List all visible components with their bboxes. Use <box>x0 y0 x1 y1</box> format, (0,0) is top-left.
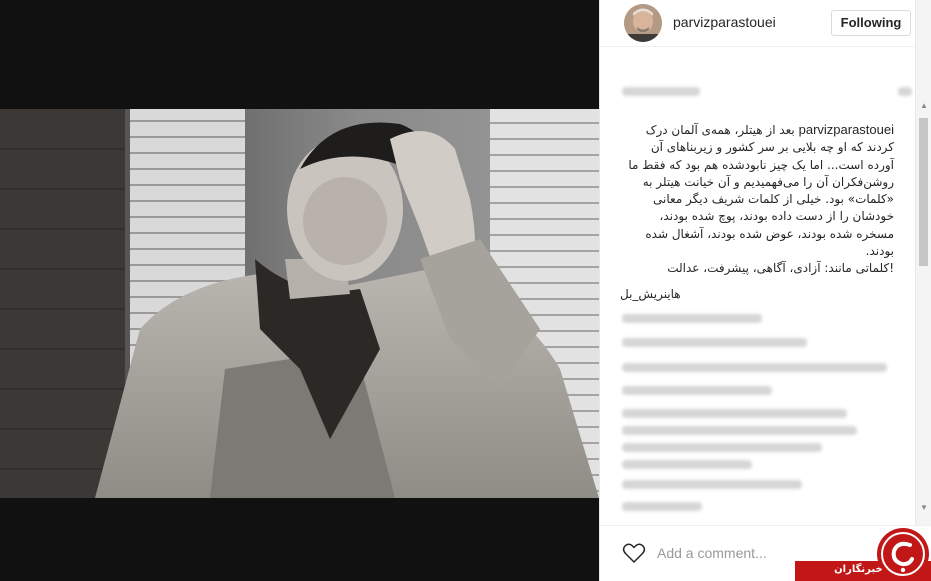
post-media-area <box>0 0 599 581</box>
post-photo[interactable] <box>0 109 599 498</box>
caption-line: مسخره شده بودند، عوض شده بودند، آشغال شد… <box>645 226 894 259</box>
blurred-comments-list <box>620 308 912 516</box>
caption-line: کردند که او چه بلایی بر سر کشور و زیربنا… <box>650 140 894 155</box>
post-details-panel: parvizparastouei Following parvizparasto… <box>599 0 931 581</box>
caption-line: خودشان را از دست داده بودند، پوچ شده بود… <box>659 209 894 224</box>
scroll-down-arrow-icon[interactable]: ▼ <box>920 503 928 512</box>
portrait-photo-illustration <box>0 109 599 498</box>
heart-icon[interactable] <box>622 542 646 564</box>
username-link[interactable]: parvizparastouei <box>673 14 776 30</box>
caption-line: !کلماتی مانند: آزادی، آگاهی، پیشرفت، عدا… <box>667 261 894 276</box>
avatar-image <box>624 4 662 42</box>
blurred-likes-text <box>622 84 912 100</box>
caption-line: آورده است... اما یک چیز نابودشده هم بود … <box>628 157 894 172</box>
add-comment-input[interactable] <box>657 543 857 563</box>
avatar[interactable] <box>624 4 662 42</box>
post-header: parvizparastouei Following <box>600 0 931 47</box>
caption-line: بعد از هیتلر، همه‌ی آلمان درک <box>645 123 795 137</box>
scrollbar-thumb[interactable] <box>919 118 928 266</box>
caption-line: «کلمات» بود. خیلی از کلمات شریف دیگر معا… <box>653 192 894 207</box>
caption-username-link[interactable]: parvizparastouei <box>799 122 894 137</box>
hashtag-link[interactable]: هاینریش_بل <box>620 287 681 301</box>
post-caption: parvizparastouei بعد از هیتلر، همه‌ی آلم… <box>614 121 894 278</box>
scrollbar[interactable]: ▲ ▼ <box>915 0 931 525</box>
watermark-logo <box>877 528 929 580</box>
scroll-up-arrow-icon[interactable]: ▲ <box>920 101 928 110</box>
following-button[interactable]: Following <box>831 10 911 36</box>
caption-line: روشن‌فکران آن را می‌فهمیدیم و آن خیانت ه… <box>642 174 894 189</box>
